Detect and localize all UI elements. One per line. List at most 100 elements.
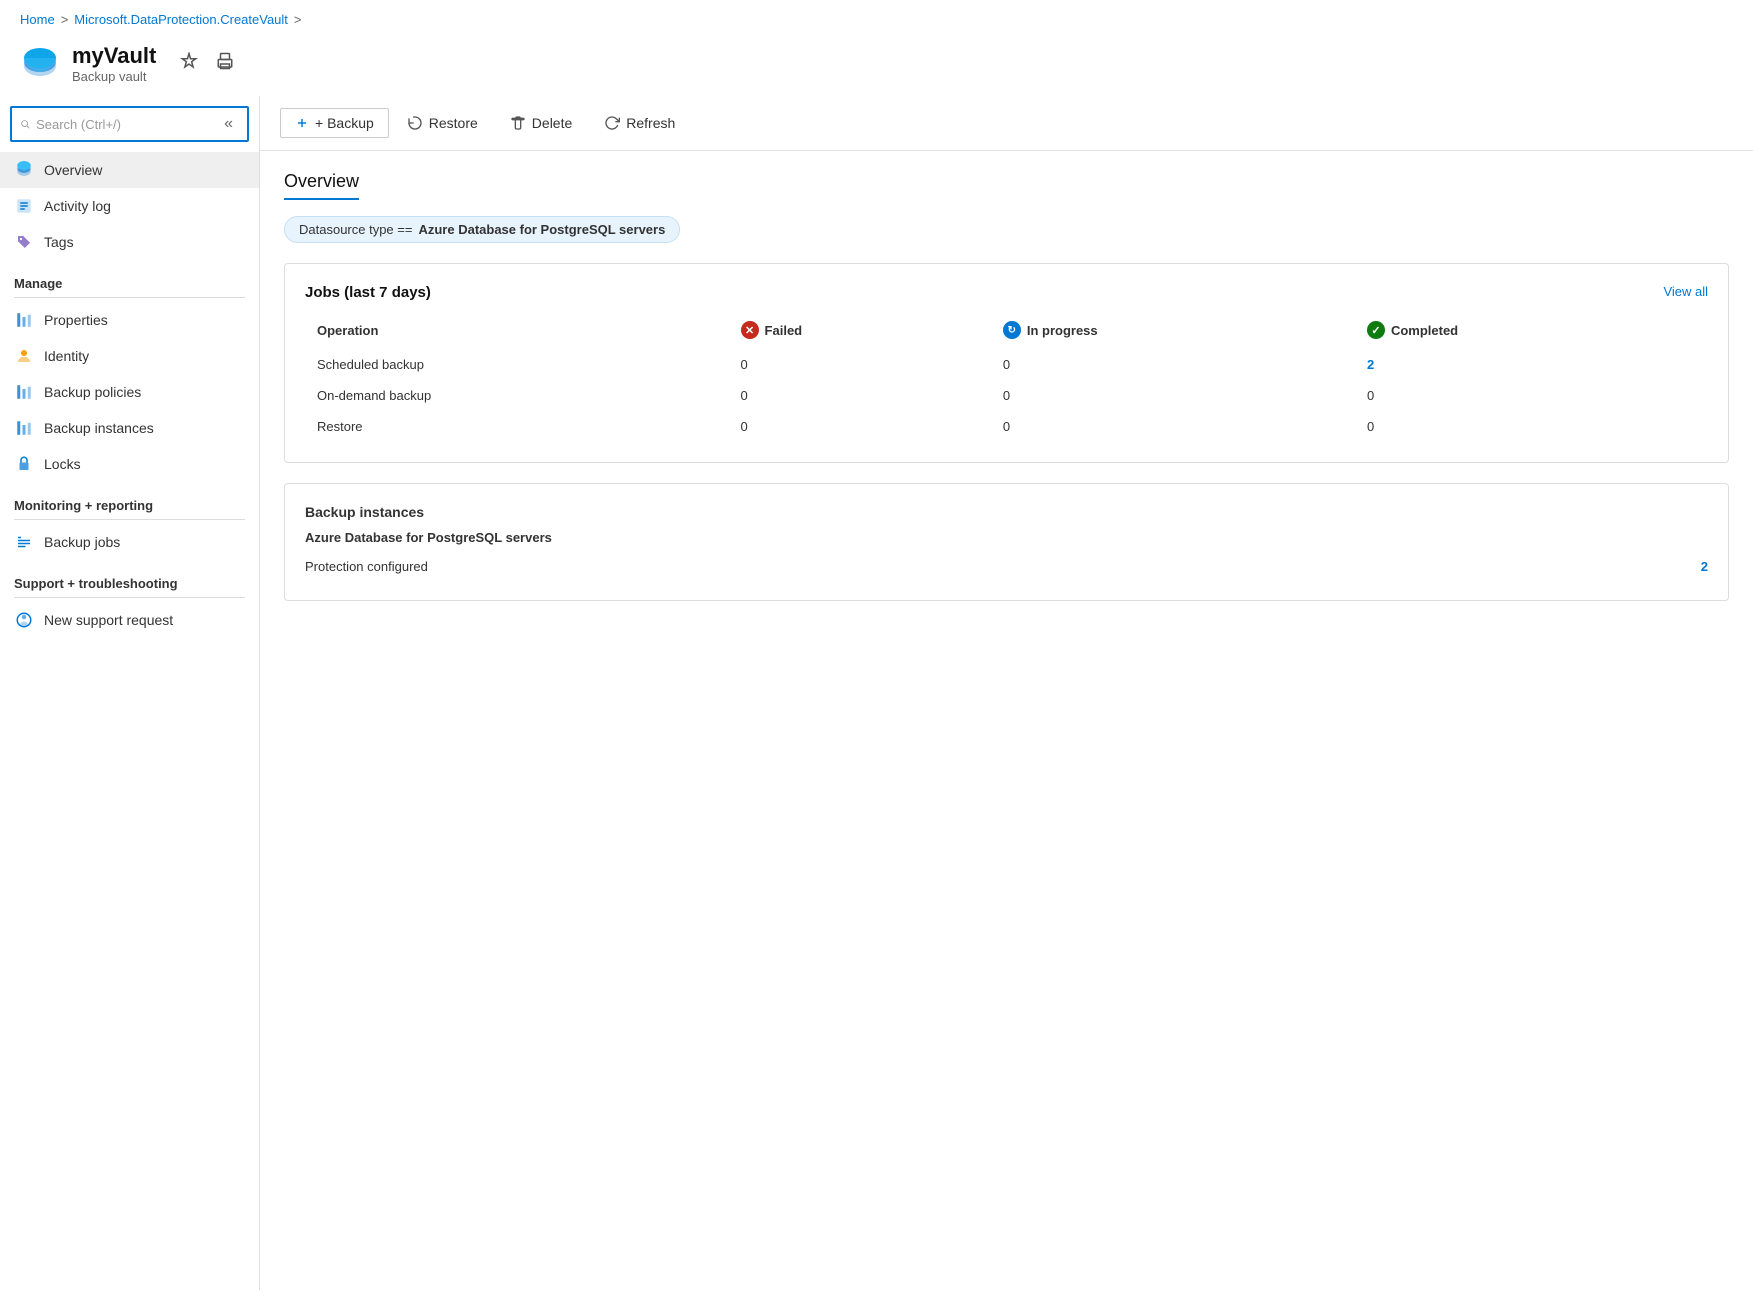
sidebar-item-identity[interactable]: Identity <box>0 338 259 374</box>
restore-button[interactable]: Restore <box>393 109 492 137</box>
failed-cell: 0 <box>729 411 991 442</box>
vault-title-group: myVault Backup vault <box>72 43 156 84</box>
in-progress-label: In progress <box>1027 323 1098 338</box>
tags-icon <box>14 232 34 252</box>
overview-icon <box>14 160 34 180</box>
filter-bar: Datasource type == Azure Database for Po… <box>284 216 1729 243</box>
sidebar-item-activity-log[interactable]: Activity log <box>0 188 259 224</box>
jobs-table-body: Scheduled backup 0 0 2 On-demand backup … <box>305 349 1708 442</box>
breadcrumb: Home > Microsoft.DataProtection.CreateVa… <box>0 0 1753 35</box>
refresh-icon <box>604 115 620 131</box>
failed-label: Failed <box>765 323 803 338</box>
refresh-button[interactable]: Refresh <box>590 109 689 137</box>
failed-col-header: ✕ Failed <box>729 315 991 349</box>
monitoring-section-header: Monitoring + reporting <box>0 488 259 517</box>
search-icon <box>20 117 30 131</box>
plus-icon <box>295 116 309 130</box>
page-title: Overview <box>284 171 359 200</box>
sidebar-item-backup-jobs[interactable]: Backup jobs <box>0 524 259 560</box>
content-area: Overview Datasource type == Azure Databa… <box>260 151 1753 641</box>
vault-name: myVault <box>72 43 156 69</box>
activity-log-label: Activity log <box>44 198 111 214</box>
in-progress-cell: 0 <box>991 349 1355 380</box>
main-layout: « Overview Activity log Tags Manage <box>0 96 1753 1290</box>
backup-instances-icon <box>14 418 34 438</box>
locks-label: Locks <box>44 456 81 472</box>
sidebar-item-tags[interactable]: Tags <box>0 224 259 260</box>
completed-cell: 2 <box>1355 349 1708 380</box>
in-progress-cell: 0 <box>991 411 1355 442</box>
completed-icon: ✓ <box>1367 321 1385 339</box>
backup-instances-subsection: Azure Database for PostgreSQL servers <box>305 530 1708 545</box>
backup-instance-row: Protection configured 2 <box>305 553 1708 580</box>
sidebar-item-backup-instances[interactable]: Backup instances <box>0 410 259 446</box>
operation-col-header: Operation <box>305 315 729 349</box>
delete-button[interactable]: Delete <box>496 109 586 137</box>
completed-col-header: ✓ Completed <box>1355 315 1708 349</box>
sidebar-item-properties[interactable]: Properties <box>0 302 259 338</box>
sidebar-item-locks[interactable]: Locks <box>0 446 259 482</box>
backup-instances-card-title: Backup instances <box>305 504 1708 520</box>
completed-cell: 0 <box>1355 380 1708 411</box>
jobs-table: Operation ✕ Failed ↻ In progress <box>305 315 1708 442</box>
backup-jobs-label: Backup jobs <box>44 534 120 550</box>
sidebar-item-new-support-request[interactable]: New support request <box>0 602 259 638</box>
filter-value: Azure Database for PostgreSQL servers <box>418 222 665 237</box>
failed-icon: ✕ <box>741 321 759 339</box>
in-progress-icon: ↻ <box>1003 321 1021 339</box>
new-support-request-label: New support request <box>44 612 173 628</box>
filter-label: Datasource type == <box>299 222 412 237</box>
delete-label: Delete <box>532 115 572 131</box>
manage-section-header: Manage <box>0 266 259 295</box>
backup-instances-rows: Protection configured 2 <box>305 553 1708 580</box>
sidebar-item-backup-policies[interactable]: Backup policies <box>0 374 259 410</box>
sidebar: « Overview Activity log Tags Manage <box>0 96 260 1290</box>
breadcrumb-vault-path[interactable]: Microsoft.DataProtection.CreateVault <box>74 12 288 27</box>
print-button[interactable] <box>212 48 238 79</box>
toolbar: + Backup Restore Delete Refresh <box>260 96 1753 151</box>
table-row: Restore 0 0 0 <box>305 411 1708 442</box>
completed-value-link[interactable]: 2 <box>1367 357 1374 372</box>
backup-policies-label: Backup policies <box>44 384 141 400</box>
activity-log-icon <box>14 196 34 216</box>
backup-row-value[interactable]: 2 <box>1701 559 1708 574</box>
identity-label: Identity <box>44 348 89 364</box>
backup-label: + Backup <box>315 115 374 131</box>
completed-cell: 0 <box>1355 411 1708 442</box>
backup-row-label: Protection configured <box>305 559 428 574</box>
identity-icon <box>14 346 34 366</box>
filter-chip[interactable]: Datasource type == Azure Database for Po… <box>284 216 680 243</box>
operation-cell: On-demand backup <box>305 380 729 411</box>
table-row: Scheduled backup 0 0 2 <box>305 349 1708 380</box>
overview-label: Overview <box>44 162 102 178</box>
operation-cell: Restore <box>305 411 729 442</box>
search-input[interactable] <box>36 117 212 132</box>
restore-label: Restore <box>429 115 478 131</box>
jobs-card-header: Jobs (last 7 days) View all <box>305 284 1708 301</box>
content-panel: + Backup Restore Delete Refresh Overview… <box>260 96 1753 1290</box>
jobs-card-title: Jobs (last 7 days) <box>305 284 431 301</box>
breadcrumb-sep1: > <box>61 12 69 27</box>
backup-button[interactable]: + Backup <box>280 108 389 138</box>
view-all-link[interactable]: View all <box>1663 284 1708 299</box>
breadcrumb-home[interactable]: Home <box>20 12 55 27</box>
pin-button[interactable] <box>176 48 202 79</box>
vault-header: myVault Backup vault <box>0 35 1753 96</box>
restore-icon <box>407 115 423 131</box>
delete-icon <box>510 115 526 131</box>
in-progress-cell: 0 <box>991 380 1355 411</box>
tags-label: Tags <box>44 234 74 250</box>
support-icon <box>14 610 34 630</box>
completed-label: Completed <box>1391 323 1458 338</box>
monitoring-divider <box>14 519 245 520</box>
support-divider <box>14 597 245 598</box>
properties-icon <box>14 310 34 330</box>
search-box: « <box>10 106 249 142</box>
sidebar-item-overview[interactable]: Overview <box>0 152 259 188</box>
backup-instances-card: Backup instances Azure Database for Post… <box>284 483 1729 601</box>
collapse-button[interactable]: « <box>218 113 239 135</box>
locks-icon <box>14 454 34 474</box>
jobs-card: Jobs (last 7 days) View all Operation ✕ … <box>284 263 1729 463</box>
backup-jobs-icon <box>14 532 34 552</box>
in-progress-col-header: ↻ In progress <box>991 315 1355 349</box>
